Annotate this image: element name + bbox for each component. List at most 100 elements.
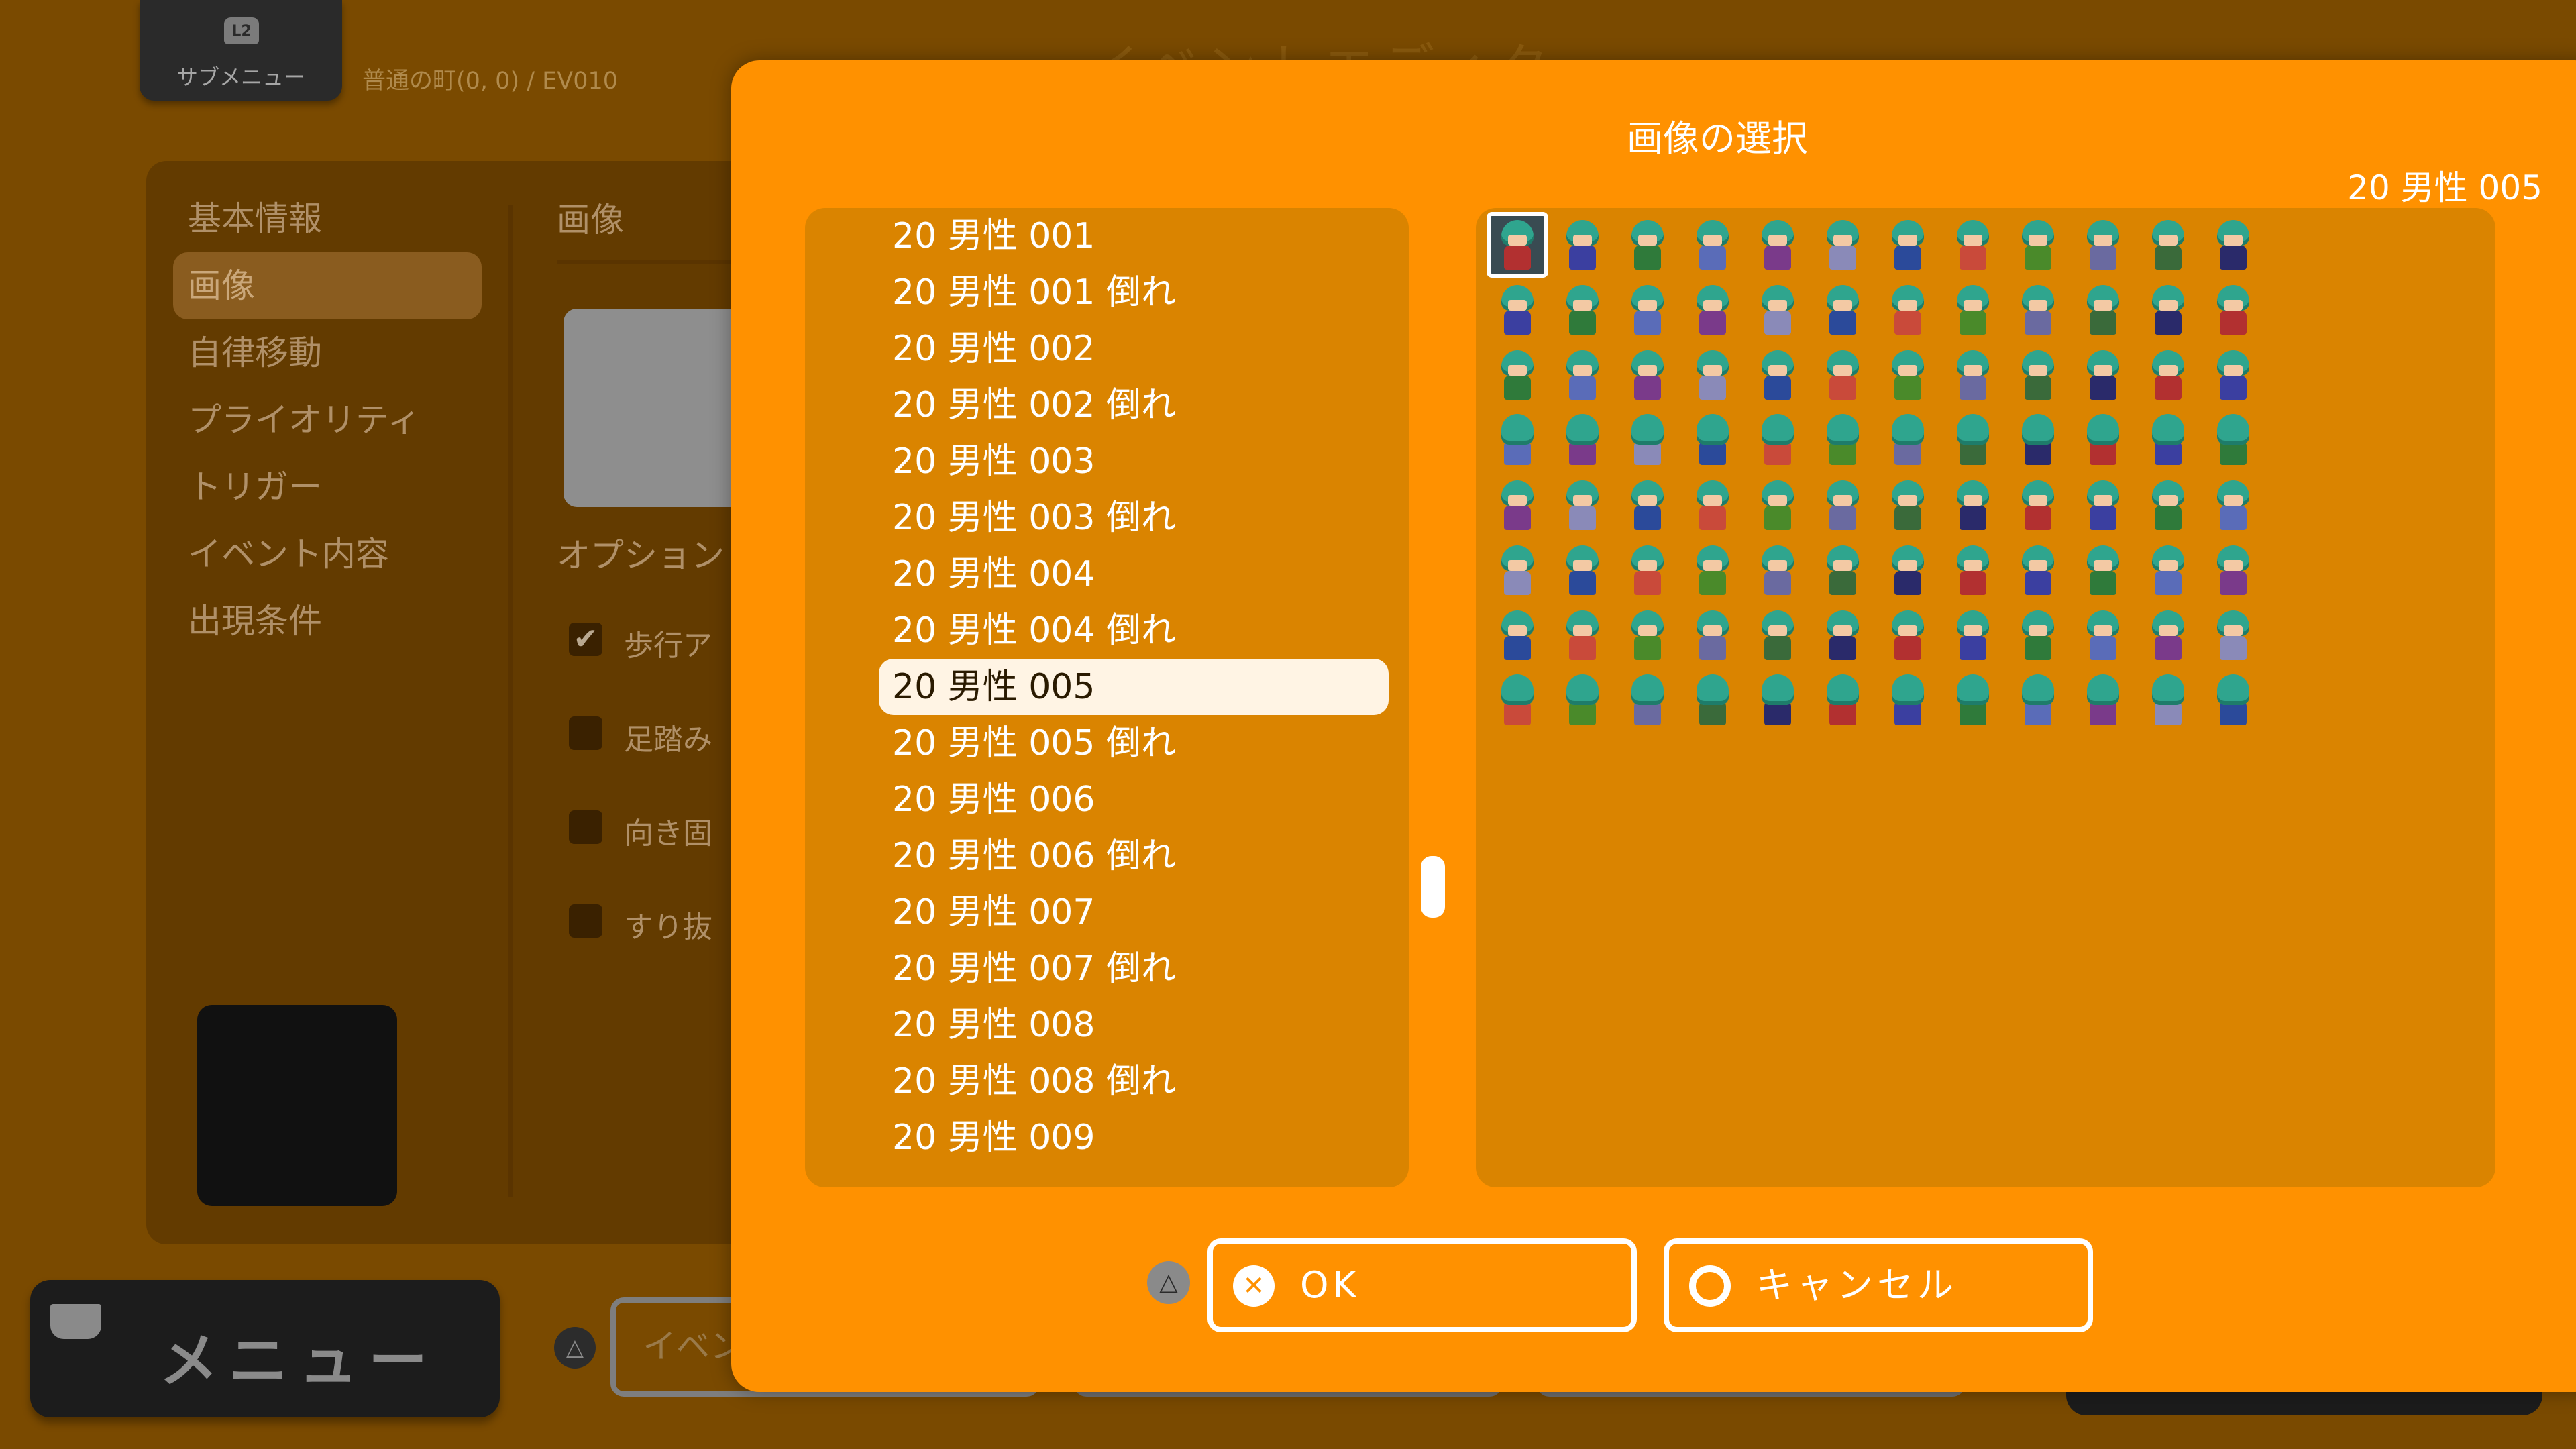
sprite-frame — [2205, 215, 2261, 275]
sprite-frame — [1750, 540, 1806, 600]
sprite-frame — [2075, 345, 2131, 405]
l2-trigger-icon: L2 — [224, 17, 259, 44]
sprite-frame — [1684, 475, 1741, 535]
sidebar-item-event-content[interactable]: イベント内容 — [173, 521, 482, 588]
selected-image-name: 20 男性 005 — [2347, 168, 2542, 207]
image-list-item[interactable]: 20 男性 004 倒れ — [879, 602, 1389, 659]
event-settings-panel: 基本情報 画像 自律移動 プライオリティ トリガー イベント内容 出現条件 画像… — [146, 161, 912, 1244]
checkbox[interactable] — [569, 810, 602, 844]
sprite-frame — [1619, 670, 1676, 731]
sprite-frame — [1619, 410, 1676, 470]
pot-icon — [50, 1304, 101, 1339]
sprite-frame — [2010, 605, 2066, 665]
sprite-frame — [2205, 605, 2261, 665]
sprite-frame — [2075, 475, 2131, 535]
sidebar-item-appear-conditions[interactable]: 出現条件 — [173, 588, 482, 655]
image-list-item[interactable]: 20 男性 003 — [879, 433, 1389, 490]
sprite-frame — [2010, 215, 2066, 275]
sprite-frame — [2205, 410, 2261, 470]
sprite-frame — [1619, 215, 1676, 275]
sprite-frame — [2140, 670, 2196, 731]
image-list-item[interactable]: 20 男性 008 — [879, 997, 1389, 1053]
sprite-frame — [1945, 670, 2001, 731]
sprite-frame — [1489, 475, 1546, 535]
checkmark-icon[interactable]: ✔ — [569, 623, 602, 656]
sprite-frame — [1815, 475, 1871, 535]
sprite-frame — [1554, 540, 1611, 600]
sidebar-item-priority[interactable]: プライオリティ — [173, 386, 482, 453]
image-list-item[interactable]: 20 男性 005 — [879, 659, 1389, 715]
image-list-item[interactable]: 20 男性 009 — [879, 1110, 1389, 1166]
image-list-item[interactable]: 20 男性 002 — [879, 321, 1389, 377]
sprite-frame — [1554, 215, 1611, 275]
option-label: 足踏み — [624, 722, 712, 757]
sprite-frame — [1489, 345, 1546, 405]
sidebar-item-autonomous-move[interactable]: 自律移動 — [173, 319, 482, 386]
image-list[interactable]: 20 男性 001 20 男性 001 倒れ 20 男性 002 20 男性 002 … — [805, 208, 1409, 1187]
sidebar-item-image[interactable]: 画像 — [173, 252, 482, 319]
sprite-frame — [1945, 540, 2001, 600]
ok-button[interactable]: ✕ OK — [1208, 1238, 1637, 1332]
image-list-item[interactable]: 20 男性 001 倒れ — [879, 264, 1389, 321]
sprite-frame — [2010, 410, 2066, 470]
dialog-title: 画像の選択 — [1627, 117, 1808, 160]
sidebar-item-trigger[interactable]: トリガー — [173, 453, 482, 521]
sprite-frame — [1815, 540, 1871, 600]
submenu-button[interactable]: L2 サブメニュー — [140, 0, 342, 101]
sprite-frame — [1554, 280, 1611, 340]
sprite-frame — [2140, 475, 2196, 535]
sprite-frame — [1880, 540, 1936, 600]
sidebar-item-basic-info[interactable]: 基本情報 — [173, 185, 482, 252]
portrait-preview[interactable] — [197, 1005, 397, 1206]
sprite-frame — [2010, 540, 2066, 600]
sprite-frame — [1489, 670, 1546, 731]
sprite-frame — [1554, 345, 1611, 405]
sprite-frame — [1554, 670, 1611, 731]
sprite-frame — [2205, 475, 2261, 535]
sprite-frame — [2010, 670, 2066, 731]
sprite-frame — [2140, 605, 2196, 665]
image-list-rows: 20 男性 001 20 男性 001 倒れ 20 男性 002 20 男性 002 … — [805, 208, 1409, 1187]
checkbox[interactable] — [569, 716, 602, 750]
sprite-frame — [1945, 345, 2001, 405]
divider — [508, 205, 513, 1197]
image-list-item[interactable]: 20 男性 004 — [879, 546, 1389, 602]
image-list-item[interactable]: 20 男性 003 倒れ — [879, 490, 1389, 546]
image-list-item[interactable]: 20 男性 008 倒れ — [879, 1053, 1389, 1110]
triangle-button-icon[interactable]: △ — [1147, 1261, 1190, 1304]
sprite-frame — [2075, 670, 2131, 731]
sprite-frame — [1880, 410, 1936, 470]
sprite-frame — [1815, 410, 1871, 470]
sprite-frame — [2140, 540, 2196, 600]
submenu-label: サブメニュー — [176, 64, 305, 90]
sprite-frame — [1945, 605, 2001, 665]
cancel-button[interactable]: キャンセル — [1664, 1238, 2093, 1332]
sprite-frame — [1750, 475, 1806, 535]
menu-button[interactable]: メニュー — [30, 1280, 500, 1417]
sprite-frame — [1554, 475, 1611, 535]
sprite-frame — [1619, 345, 1676, 405]
sprite-frame — [1684, 670, 1741, 731]
sprite-frame — [2010, 475, 2066, 535]
image-list-item[interactable]: 20 男性 006 — [879, 771, 1389, 828]
sprite-frame — [1880, 605, 1936, 665]
sprite-sheet-preview[interactable] — [1476, 208, 2496, 1187]
image-list-item[interactable]: 20 男性 005 倒れ — [879, 715, 1389, 771]
checkbox[interactable] — [569, 904, 602, 938]
triangle-button-icon: △ — [554, 1327, 596, 1368]
image-list-item[interactable]: 20 男性 007 倒れ — [879, 941, 1389, 997]
cancel-label: キャンセル — [1756, 1264, 1957, 1306]
sprite-frame — [1619, 475, 1676, 535]
sprite-frame — [1489, 540, 1546, 600]
image-list-item[interactable]: 20 男性 002 倒れ — [879, 377, 1389, 433]
option-label: 歩行ア — [624, 629, 712, 663]
image-list-item[interactable]: 20 男性 001 — [879, 208, 1389, 264]
sprite-frame — [1619, 540, 1676, 600]
image-list-item[interactable]: 20 男性 007 — [879, 884, 1389, 941]
image-list-item[interactable]: 20 男性 006 倒れ — [879, 828, 1389, 884]
sprite-frame — [1815, 215, 1871, 275]
sprite-frame — [1880, 280, 1936, 340]
sprite-frame — [1684, 540, 1741, 600]
list-scrollbar[interactable] — [1421, 856, 1445, 918]
sprite-frame — [1750, 670, 1806, 731]
